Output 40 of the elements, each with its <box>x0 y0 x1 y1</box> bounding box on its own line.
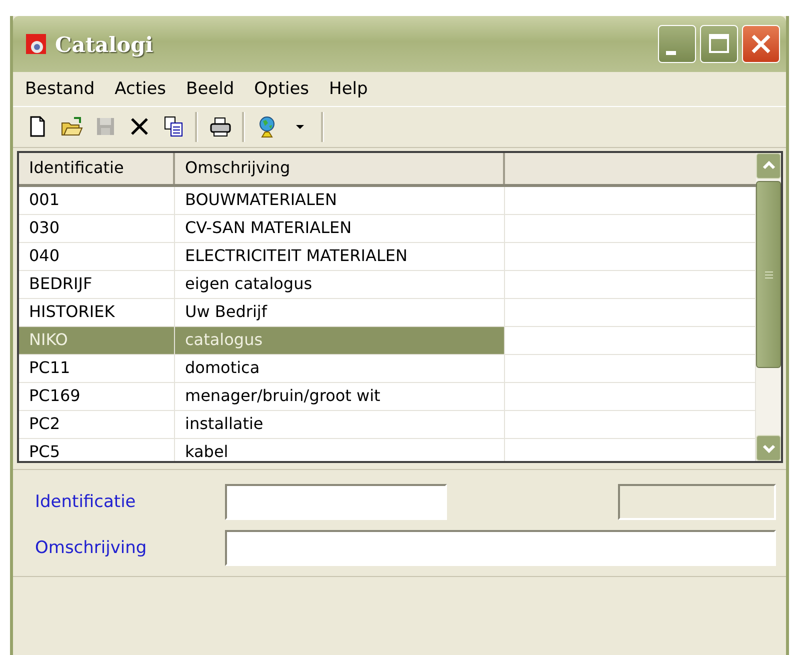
table-cell[interactable]: HISTORIEK <box>19 299 175 326</box>
menu-item[interactable]: Opties <box>254 79 310 99</box>
table-cell[interactable]: 040 <box>19 243 175 270</box>
menu-item[interactable]: Acties <box>114 79 166 99</box>
table-cell[interactable]: installatie <box>175 411 505 438</box>
minimize-icon <box>666 51 676 55</box>
scroll-thumb[interactable] <box>756 181 781 368</box>
table-cell[interactable]: PC5 <box>19 439 175 461</box>
field-label: Omschrijving <box>35 538 148 558</box>
column-header[interactable]: Identificatie <box>19 153 175 184</box>
table-cell[interactable]: Uw Bedrijf <box>175 299 505 326</box>
table-cell[interactable]: 001 <box>19 187 175 214</box>
column-header[interactable]: Omschrijving <box>175 153 505 184</box>
scrollbar[interactable] <box>756 153 781 461</box>
table-cell[interactable]: CV-SAN MATERIALEN <box>175 215 505 242</box>
scroll-up-button[interactable] <box>756 153 781 179</box>
field-label: Identificatie <box>35 492 137 512</box>
table-cell[interactable]: eigen catalogus <box>175 271 505 298</box>
menu-item[interactable]: Beeld <box>186 79 234 99</box>
table-cell[interactable]: ELECTRICITEIT MATERIALEN <box>175 243 505 270</box>
table-cell[interactable]: menager/bruin/groot wit <box>175 383 505 410</box>
table-cell[interactable]: PC169 <box>19 383 175 410</box>
input-field[interactable] <box>225 484 447 520</box>
table-cell[interactable]: BOUWMATERIALEN <box>175 187 505 214</box>
maximize-button[interactable] <box>700 25 738 63</box>
table-cell[interactable]: PC2 <box>19 411 175 438</box>
table-cell[interactable]: 030 <box>19 215 175 242</box>
table-cell[interactable]: domotica <box>175 355 505 382</box>
menu-item[interactable]: Bestand <box>25 79 95 99</box>
input-field[interactable] <box>225 530 776 566</box>
table-cell[interactable]: PC11 <box>19 355 175 382</box>
menu-item[interactable]: Help <box>329 79 368 99</box>
table-cell[interactable]: kabel <box>175 439 505 461</box>
close-button[interactable] <box>742 25 780 63</box>
scroll-down-button[interactable] <box>756 435 781 461</box>
window-title: Catalogi <box>55 32 154 56</box>
minimize-button[interactable] <box>658 25 696 63</box>
printer-icon[interactable] <box>208 115 232 139</box>
app-icon <box>25 33 47 55</box>
table-cell[interactable]: BEDRIJF <box>19 271 175 298</box>
